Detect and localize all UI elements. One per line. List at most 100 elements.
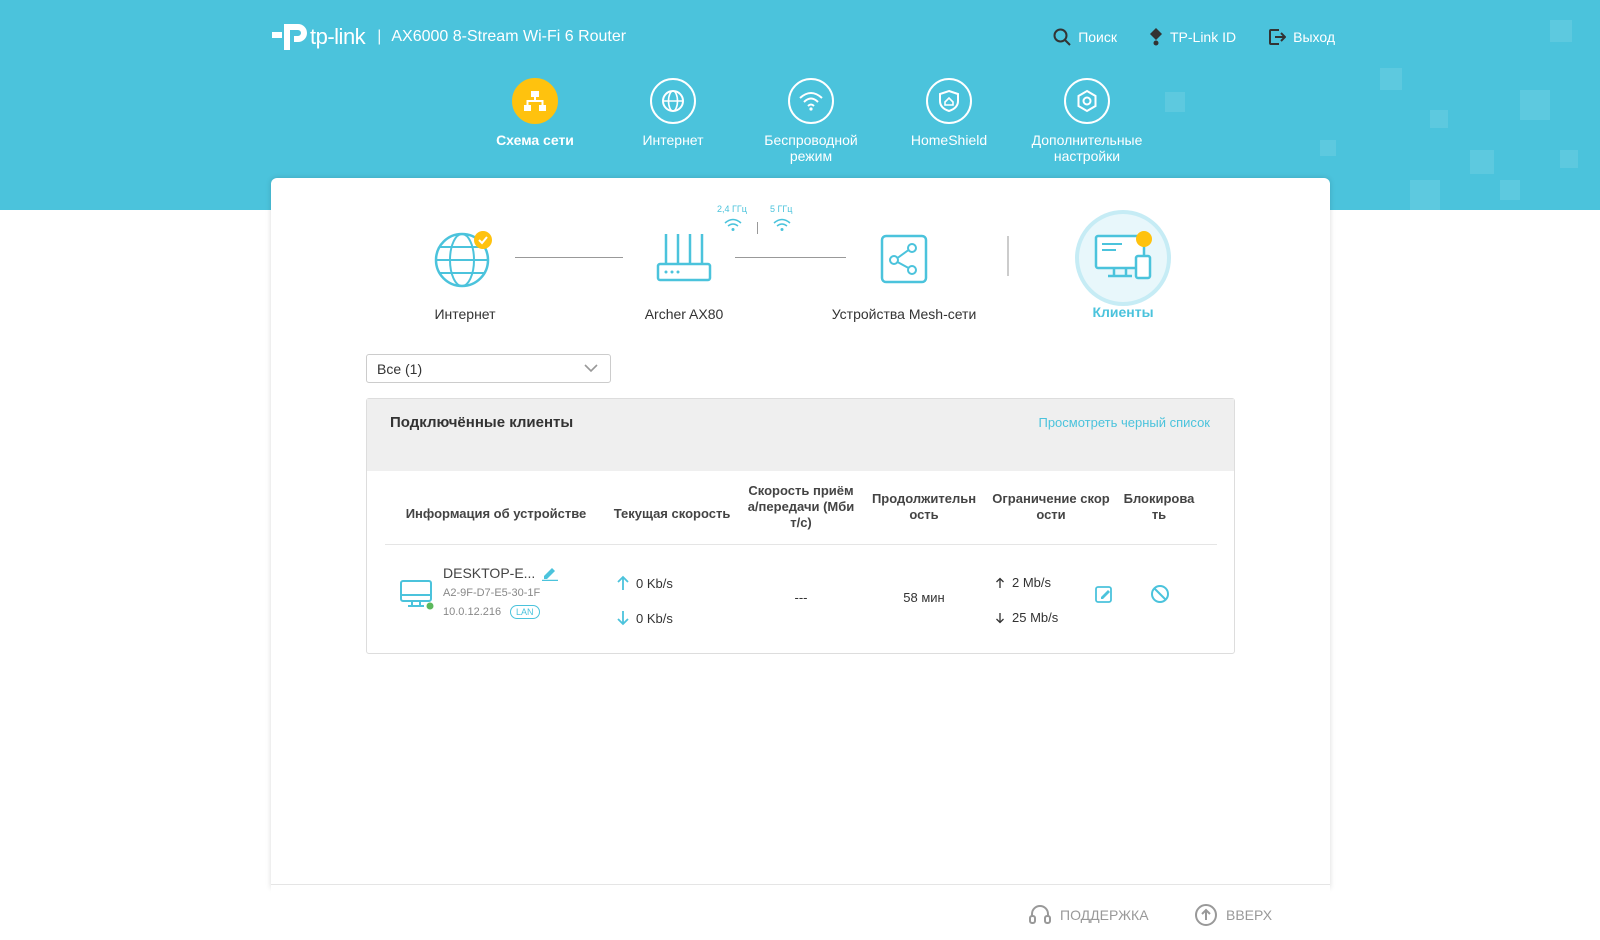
- page-footer: ПОДДЕРЖКА ВВЕРХ: [271, 884, 1330, 940]
- clients-highlight: [1079, 214, 1167, 302]
- download-speed-value: 0 Kb/s: [636, 610, 673, 626]
- back-to-top-link[interactable]: ВВЕРХ: [1194, 903, 1272, 927]
- topology-clients-label: Клиенты: [1092, 304, 1154, 320]
- view-blacklist-link[interactable]: Просмотреть черный список: [1038, 415, 1210, 430]
- client-filter-select[interactable]: Все (1): [366, 354, 611, 383]
- topology-mesh[interactable]: Устройства Mesh-сети: [824, 228, 984, 322]
- limit-arrow-up-icon: [996, 577, 1004, 588]
- col-rate-line-1: Скорость приём: [748, 483, 854, 498]
- connected-clients-panel: Подключённые клиенты Просмотреть черный …: [366, 398, 1235, 654]
- nav-internet[interactable]: Интернет: [604, 78, 742, 164]
- logout-label: Выход: [1293, 29, 1335, 45]
- internet-globe-icon: [434, 231, 492, 288]
- tplink-id-link[interactable]: TP-Link ID: [1149, 28, 1236, 46]
- nav-homeshield[interactable]: HomeShield: [880, 78, 1018, 164]
- back-to-top-label: ВВЕРХ: [1226, 907, 1273, 923]
- nav-wireless[interactable]: Беспроводной режим: [742, 78, 880, 164]
- topology-router-label: Archer AX80: [644, 306, 724, 322]
- band-divider: [757, 222, 758, 234]
- desktop-icon: [400, 580, 434, 610]
- edit-limit-icon[interactable]: [1094, 584, 1114, 604]
- search-icon: [1053, 28, 1071, 46]
- client-filter-value: Все (1): [377, 360, 423, 377]
- limit-upload: 2 Mb/s: [995, 575, 1051, 590]
- globe-icon: [662, 90, 684, 112]
- tplink-id-label: TP-Link ID: [1169, 29, 1237, 45]
- table-row: DESKTOP-E... A2-9F-D7-E5-30-1F 10.0.12.2…: [385, 554, 1217, 634]
- main-card: Интернет Archer AX80 2,4 ГГц 5 ГГц Устро…: [271, 178, 1330, 888]
- mesh-devices-icon: [880, 234, 928, 284]
- wifi-5-icon: [773, 218, 791, 231]
- wifi-24-icon: [724, 218, 742, 231]
- topology-router[interactable]: Archer AX80: [604, 228, 764, 322]
- search-link[interactable]: Поиск: [1053, 28, 1117, 46]
- device-ip: 10.0.12.216: [443, 606, 502, 618]
- col-limit-line-1: Ограничение скор: [992, 491, 1110, 506]
- col-block-line-1: Блокирова: [1123, 491, 1195, 506]
- logout-link[interactable]: Выход: [1268, 28, 1335, 46]
- block-icon[interactable]: [1150, 584, 1170, 604]
- nav-advanced[interactable]: Дополнительные настройки: [1018, 78, 1156, 164]
- support-label: ПОДДЕРЖКА: [1060, 907, 1149, 923]
- support-link[interactable]: ПОДДЕРЖКА: [1028, 903, 1149, 927]
- header-links: Поиск TP-Link ID Выход: [1053, 28, 1335, 46]
- topology-internet[interactable]: Интернет: [385, 228, 545, 322]
- col-speed-limit: Ограничение скор ости: [985, 491, 1117, 523]
- chevron-down-icon: [584, 364, 598, 373]
- topology-clients[interactable]: 1 Клиенты: [1043, 214, 1203, 320]
- nav-label-network-map: Схема сети: [496, 132, 574, 148]
- nav-network-map[interactable]: Схема сети: [466, 78, 604, 238]
- rate-value: ---: [794, 590, 808, 605]
- clients-count-badge: 1: [1176, 225, 1182, 236]
- tp-link-logo-icon: [270, 18, 308, 56]
- col-block-line-2: ть: [1151, 507, 1167, 522]
- col-limit-line-2: ости: [1036, 507, 1066, 522]
- limit-download-value: 25 Mb/s: [1012, 610, 1059, 625]
- router-icon: [656, 234, 712, 282]
- tp-link-logo[interactable]: tp-link | AX6000 8-Stream Wi-Fi 6 Router: [270, 18, 626, 56]
- download-speed: 0 Kb/s: [617, 610, 673, 626]
- limit-download: 25 Mb/s: [995, 610, 1058, 625]
- advanced-gear-icon: [1077, 89, 1097, 113]
- col-duration-line-1: Продолжительн: [871, 491, 977, 506]
- nav-label-advanced: Дополнительные настройки: [1031, 132, 1143, 164]
- search-link-label: Поиск: [1078, 29, 1117, 45]
- router-model: AX6000 8-Stream Wi-Fi 6 Router: [391, 28, 627, 45]
- col-duration: Продолжительн ость: [865, 491, 983, 523]
- homeshield-icon: [939, 89, 959, 113]
- rename-pencil-icon[interactable]: [541, 565, 559, 581]
- col-rate-line-3: т/с): [790, 515, 812, 530]
- limit-arrow-down-icon: [996, 612, 1004, 623]
- col-rate-line-2: а/передачи (Мби: [747, 499, 855, 514]
- limit-upload-value: 2 Mb/s: [1012, 575, 1052, 590]
- logo-separator: |: [377, 28, 382, 45]
- col-block: Блокирова ть: [1119, 491, 1199, 523]
- col-device-info: Информация об устройстве: [405, 506, 587, 521]
- panel-title: Подключённые клиенты: [390, 414, 574, 431]
- top-header: tp-link | AX6000 8-Stream Wi-Fi 6 Router…: [270, 14, 1335, 64]
- arrow-up-icon: [617, 575, 629, 590]
- device-name: DESKTOP-E...: [443, 565, 536, 581]
- panel-header: Подключённые клиенты Просмотреть черный …: [367, 399, 1234, 471]
- logout-icon: [1269, 29, 1287, 45]
- upload-speed-value: 0 Kb/s: [636, 575, 673, 591]
- wifi-icon: [799, 92, 823, 111]
- duration-value: 58 мин: [903, 590, 945, 605]
- clients-table-header: Информация об устройстве Текущая скорост…: [385, 483, 1217, 545]
- nav-label-wireless: Беспроводной режим: [764, 132, 858, 164]
- headset-icon: [1029, 905, 1051, 924]
- network-topology: Интернет Archer AX80 2,4 ГГц 5 ГГц Устро…: [271, 178, 1330, 338]
- connection-type-badge: LAN: [510, 605, 540, 619]
- arrow-up-circle-icon: [1195, 904, 1217, 926]
- nav-label-homeshield: HomeShield: [910, 132, 988, 148]
- band-5-label: 5 ГГц: [770, 204, 793, 214]
- upload-speed: 0 Kb/s: [617, 575, 673, 591]
- topology-internet-label: Интернет: [434, 306, 496, 322]
- col-rate: Скорость приём а/передачи (Мби т/с): [739, 483, 863, 531]
- main-nav: Схема сети Интернет Беспроводной режим H…: [466, 78, 1156, 238]
- arrow-down-icon: [617, 611, 629, 626]
- col-duration-line-2: ость: [909, 507, 939, 522]
- clients-devices-icon: [1094, 231, 1152, 280]
- network-map-icon: [524, 91, 546, 111]
- topology-mesh-label: Устройства Mesh-сети: [831, 306, 977, 322]
